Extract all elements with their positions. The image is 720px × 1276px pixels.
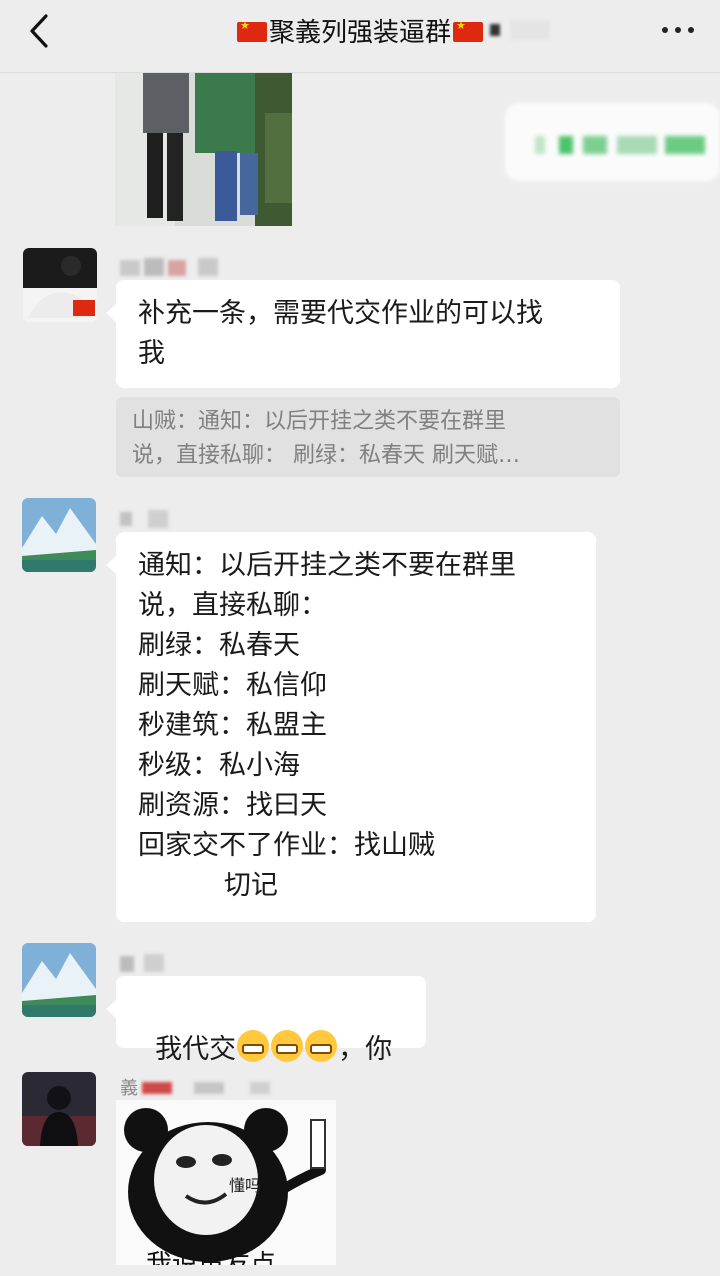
avatar-image [23, 248, 97, 322]
sender-name-blurred [120, 952, 180, 974]
chat-title-text: 聚義列强装逼群 [268, 18, 451, 48]
grin-emoji-icon [271, 1030, 304, 1062]
dark-figure-avatar [22, 1072, 96, 1146]
sender-name-blurred [120, 256, 230, 278]
chat-header: 聚義列强装逼群 [0, 0, 720, 73]
sent-message-redacted [535, 132, 710, 158]
message-text: 通知：以后开挂之类不要在群里 说，直接私聊： 刷绿：私春天 刷天赋：私信仰 秒建… [138, 550, 516, 901]
sticker-message[interactable]: 懂吗 我说声友点 [116, 1100, 336, 1265]
mountain-landscape-avatar [22, 943, 96, 1017]
grin-emoji-icon [305, 1030, 338, 1062]
photo-thumbnail [115, 73, 292, 226]
message-text: 我代交 [155, 1034, 237, 1065]
image-message[interactable] [115, 73, 292, 226]
sender-name: 義 [120, 1076, 300, 1099]
china-flag-icon [236, 19, 267, 42]
quote-text: 山贼：通知：以后开挂之类不要在群里 说，直接私聊： 刷绿：私春天 刷天赋… [132, 409, 520, 468]
grin-emoji-icon [237, 1030, 270, 1062]
message-bubble[interactable]: 通知：以后开挂之类不要在群里 说，直接私聊： 刷绿：私春天 刷天赋：私信仰 秒建… [106, 532, 596, 922]
sticker-text: 懂吗 [229, 1176, 262, 1195]
back-button[interactable] [26, 10, 60, 52]
avatar[interactable] [22, 943, 96, 1017]
avatar[interactable] [22, 1072, 96, 1146]
member-count-blurred [480, 14, 570, 48]
sender-name-blurred [120, 508, 180, 530]
quoted-reply[interactable]: 山贼：通知：以后开挂之类不要在群里 说，直接私聊： 刷绿：私春天 刷天赋… [116, 397, 620, 477]
message-bubble[interactable]: 补充一条，需要代交作业的可以找 我 [106, 280, 620, 388]
message-bubble[interactable]: 我代交 ，你 [106, 976, 426, 1065]
more-horizontal-icon [662, 27, 668, 33]
sender-name-prefix: 義 [120, 1078, 138, 1099]
avatar[interactable] [22, 498, 96, 572]
message-text: 补充一条，需要代交作业的可以找 我 [138, 298, 543, 369]
panda-meme-sticker [116, 1100, 336, 1265]
avatar[interactable] [23, 248, 97, 322]
mountain-landscape-avatar [22, 498, 96, 572]
china-flag-icon [453, 19, 483, 42]
more-button[interactable] [658, 24, 698, 36]
message-text-suffix: ，你 [338, 1034, 393, 1065]
chevron-left-icon [30, 14, 48, 48]
sticker-caption: 我说声友点 [146, 1250, 277, 1265]
